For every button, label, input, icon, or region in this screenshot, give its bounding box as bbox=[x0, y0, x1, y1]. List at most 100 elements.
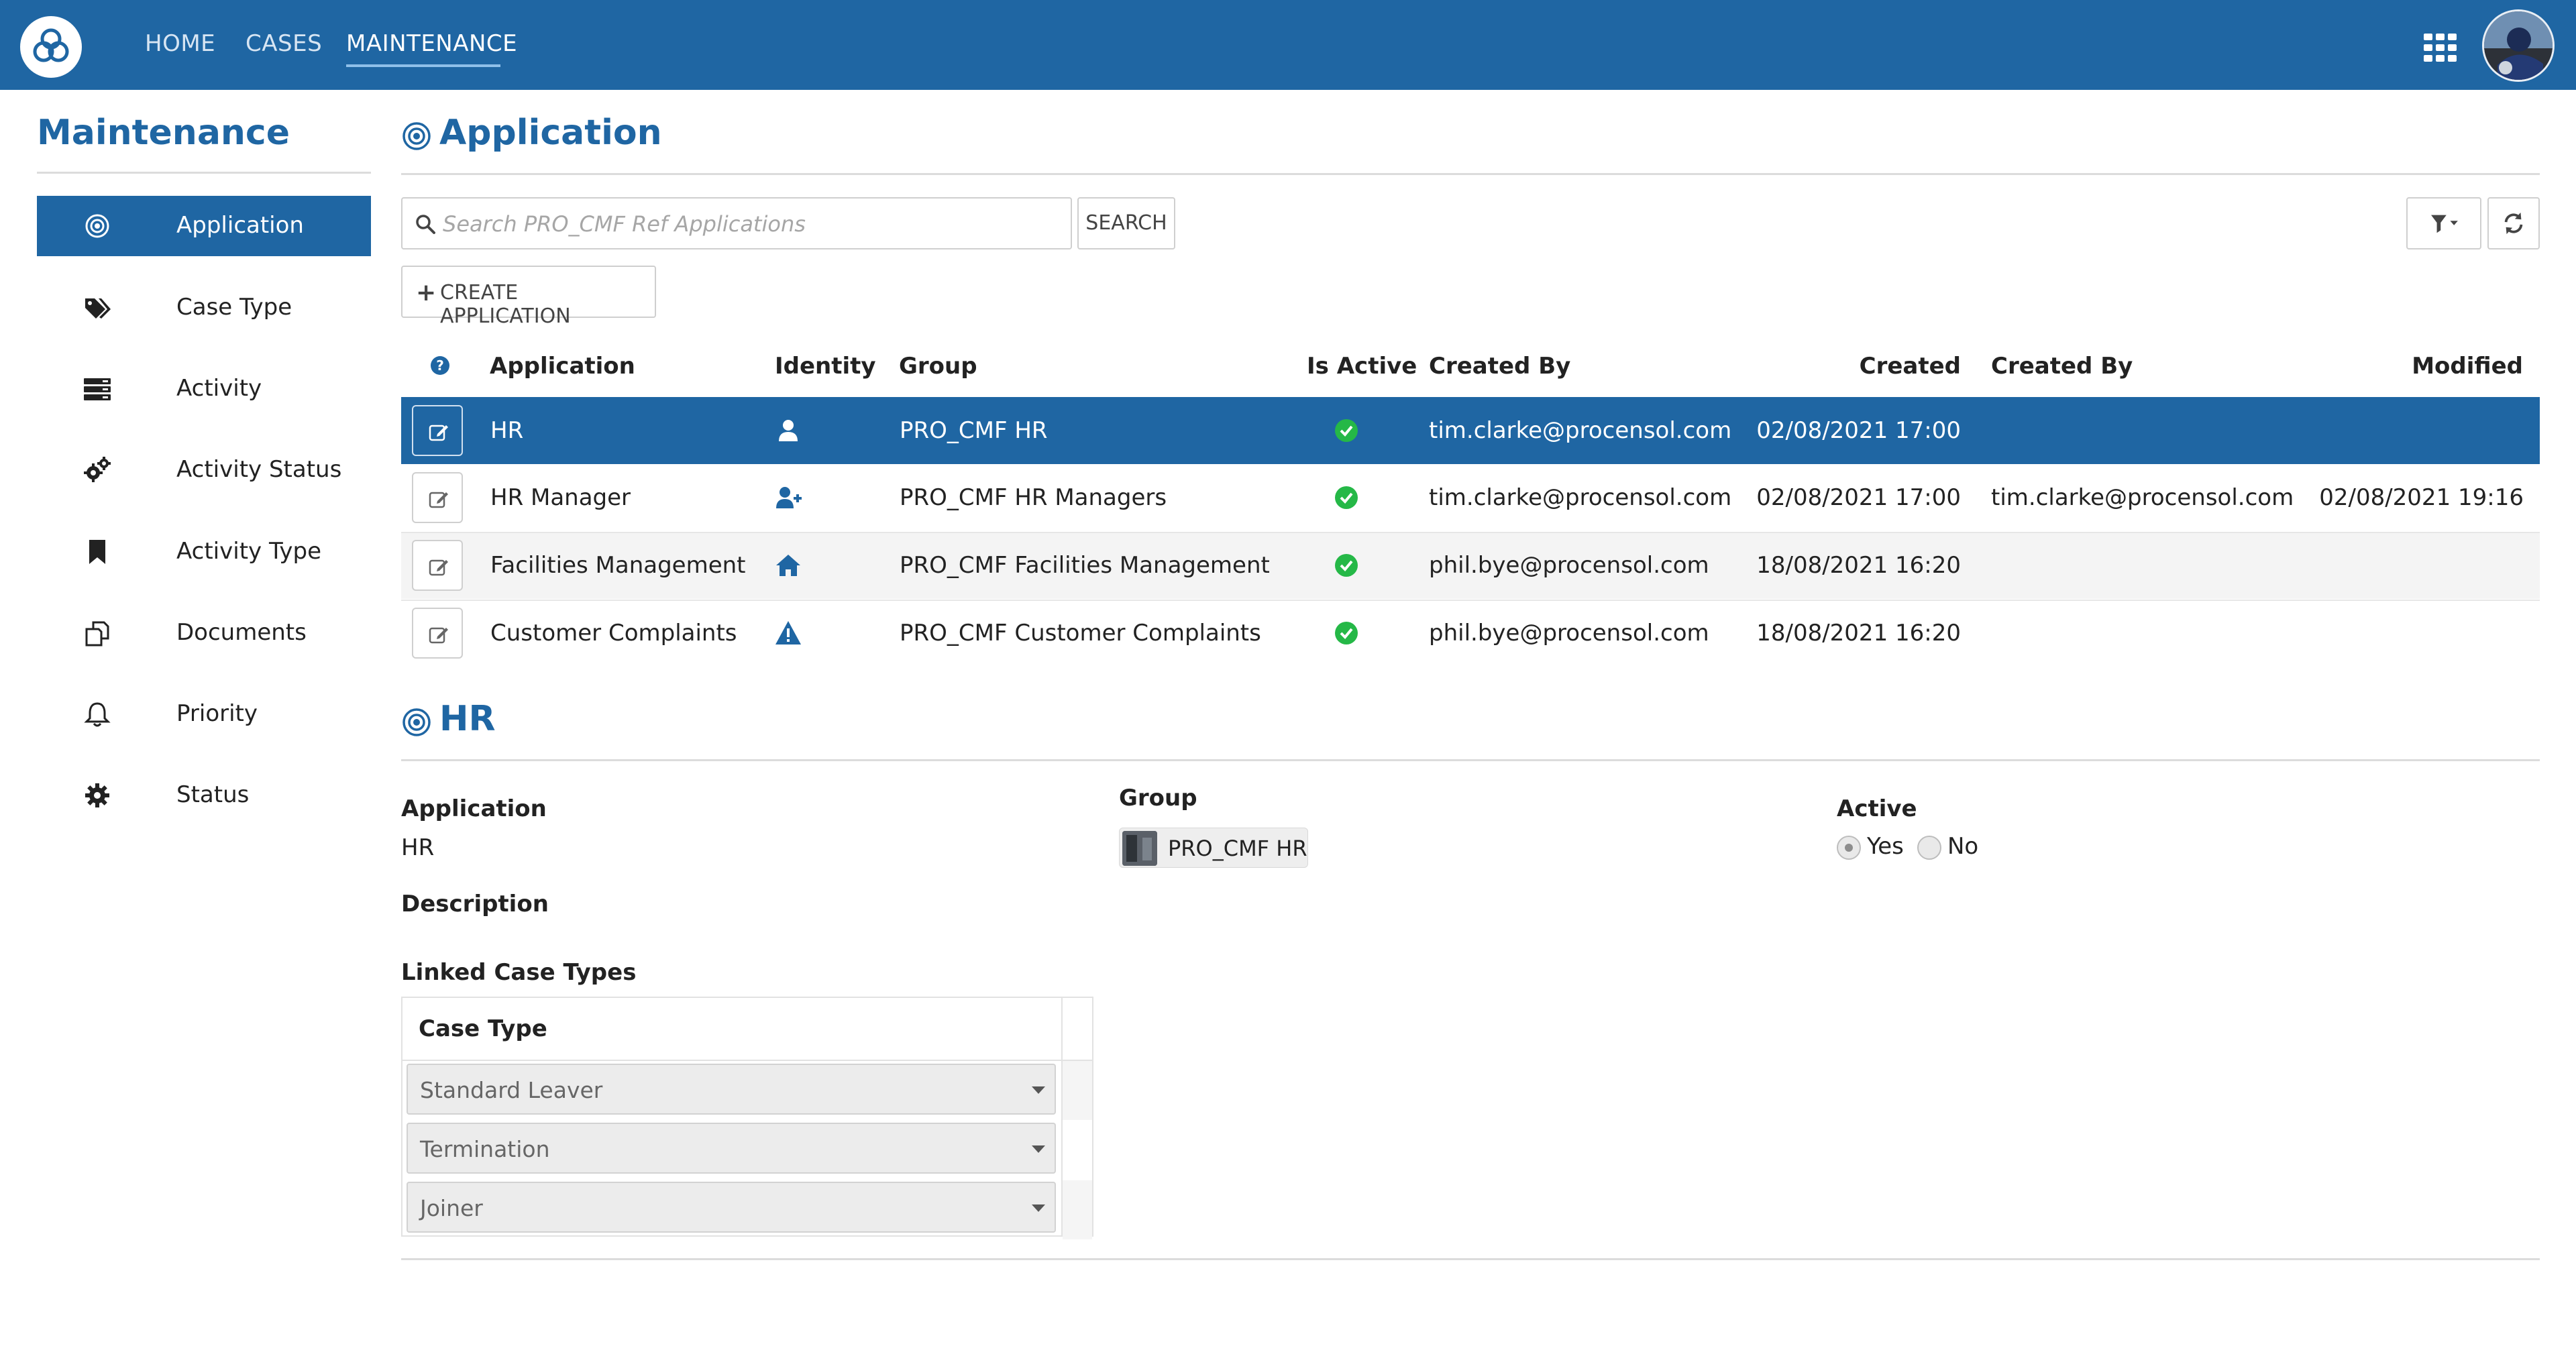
refresh-button[interactable] bbox=[2487, 197, 2540, 249]
sidebar-item-priority[interactable]: Priority bbox=[37, 684, 371, 744]
caret-down-icon bbox=[1032, 1086, 1045, 1094]
group-chip[interactable]: PRO_CMF HR bbox=[1119, 828, 1308, 868]
column-header-modified-by[interactable]: Created By bbox=[1991, 353, 2133, 380]
modified-date: 02/08/2021 19:16 bbox=[2319, 484, 2524, 511]
sidebar-title: Maintenance bbox=[37, 113, 290, 153]
column-header-group[interactable]: Group bbox=[899, 353, 977, 380]
sidebar-item-activity-status[interactable]: Activity Status bbox=[37, 440, 371, 500]
search-field[interactable] bbox=[401, 197, 1072, 249]
avatar-image bbox=[2484, 11, 2553, 80]
application-name: Facilities Management bbox=[490, 552, 746, 579]
edit-row-button[interactable] bbox=[412, 472, 463, 523]
sidebar-item-case-type[interactable]: Case Type bbox=[37, 278, 371, 338]
sidebar-item-label: Application bbox=[176, 212, 304, 239]
search-icon bbox=[416, 215, 435, 234]
nav-maintenance[interactable]: MAINTENANCE bbox=[346, 30, 517, 57]
sidebar-item-status[interactable]: Status bbox=[37, 765, 371, 826]
create-application-button[interactable]: + CREATE APPLICATION bbox=[401, 266, 656, 328]
case-type-column-header: Case Type bbox=[419, 1015, 547, 1042]
bookmark-icon bbox=[89, 540, 105, 564]
edit-row-button[interactable] bbox=[412, 405, 463, 456]
edit-row-button[interactable] bbox=[412, 540, 463, 591]
header-divider bbox=[401, 173, 2540, 175]
app-logo[interactable] bbox=[20, 16, 82, 78]
warning-icon bbox=[775, 621, 801, 644]
apps-grid-icon[interactable] bbox=[2424, 34, 2457, 62]
row-action-cell bbox=[1063, 1061, 1092, 1120]
active-no-radio[interactable] bbox=[1917, 836, 1941, 860]
group-name: PRO_CMF Customer Complaints bbox=[900, 620, 1261, 647]
search-input[interactable] bbox=[443, 205, 1060, 243]
target-icon bbox=[402, 122, 431, 150]
sidebar-item-label: Priority bbox=[176, 700, 258, 727]
footer-divider bbox=[401, 1258, 2540, 1260]
filter-dropdown-button[interactable] bbox=[2406, 197, 2481, 249]
active-yes-label: Yes bbox=[1867, 833, 1904, 860]
target-icon bbox=[85, 214, 109, 238]
created-date: 02/08/2021 17:00 bbox=[1756, 484, 1961, 511]
help-icon[interactable]: ? bbox=[430, 355, 450, 376]
user-plus-icon bbox=[776, 487, 802, 508]
table-row[interactable]: HR Manager PRO_CMF HR Managers tim.clark… bbox=[401, 464, 2540, 531]
case-type-select[interactable]: Termination bbox=[407, 1123, 1056, 1174]
nav-cases[interactable]: CASES bbox=[246, 30, 322, 57]
group-name: PRO_CMF Facilities Management bbox=[900, 552, 1270, 579]
column-header-created[interactable]: Created bbox=[1860, 353, 1961, 380]
caret-down-icon bbox=[1032, 1145, 1045, 1153]
edit-row-button[interactable] bbox=[412, 608, 463, 659]
svg-text:?: ? bbox=[436, 357, 444, 374]
case-type-value: Joiner bbox=[420, 1195, 483, 1221]
detail-title: HR bbox=[439, 699, 496, 739]
caret-down-icon bbox=[1032, 1204, 1045, 1212]
sidebar-item-label: Activity Status bbox=[176, 456, 342, 483]
sidebar-item-application[interactable]: Application bbox=[37, 196, 371, 256]
table-row[interactable]: HR PRO_CMF HR tim.clarke@procensol.com 0… bbox=[401, 397, 2540, 464]
sidebar-item-documents[interactable]: Documents bbox=[37, 603, 371, 663]
nav-home[interactable]: HOME bbox=[145, 30, 215, 57]
edit-icon bbox=[429, 492, 448, 508]
column-header-application[interactable]: Application bbox=[490, 353, 635, 380]
created-by: phil.bye@procensol.com bbox=[1429, 552, 1709, 579]
table-row[interactable]: Customer Complaints PRO_CMF Customer Com… bbox=[401, 600, 2540, 667]
created-by: tim.clarke@procensol.com bbox=[1429, 484, 1732, 511]
created-by: tim.clarke@procensol.com bbox=[1429, 417, 1732, 444]
edit-icon bbox=[429, 627, 448, 644]
row-divider bbox=[401, 600, 2540, 601]
gear-icon bbox=[85, 783, 109, 807]
table-divider bbox=[402, 1060, 1092, 1061]
linked-case-types-label: Linked Case Types bbox=[401, 959, 637, 986]
user-avatar[interactable] bbox=[2482, 9, 2555, 82]
check-circle-icon bbox=[1335, 554, 1358, 577]
sidebar-item-activity[interactable]: Activity bbox=[37, 359, 371, 419]
edit-icon bbox=[429, 425, 448, 441]
group-chip-label: PRO_CMF HR bbox=[1168, 836, 1307, 861]
case-type-value: Standard Leaver bbox=[420, 1077, 603, 1103]
filter-icon bbox=[2431, 215, 2458, 233]
page-title: Application bbox=[439, 113, 662, 153]
linked-case-types-table: Case Type Standard Leaver Termination Jo… bbox=[401, 997, 1093, 1239]
column-header-identity[interactable]: Identity bbox=[775, 353, 876, 380]
active-no-label: No bbox=[1947, 833, 1979, 860]
server-list-icon bbox=[84, 378, 111, 400]
group-label: Group bbox=[1119, 785, 1197, 811]
case-type-select[interactable]: Standard Leaver bbox=[407, 1064, 1056, 1115]
sidebar-item-activity-type[interactable]: Activity Type bbox=[37, 522, 371, 582]
home-icon bbox=[776, 555, 800, 576]
sidebar-item-label: Activity Type bbox=[176, 538, 322, 565]
column-header-created-by[interactable]: Created By bbox=[1429, 353, 1570, 380]
created-date: 18/08/2021 16:20 bbox=[1756, 620, 1961, 647]
search-button[interactable]: SEARCH bbox=[1077, 197, 1175, 249]
case-type-value: Termination bbox=[420, 1136, 550, 1162]
active-yes-radio[interactable] bbox=[1837, 836, 1861, 860]
column-header-modified[interactable]: Modified bbox=[2412, 353, 2523, 380]
created-date: 18/08/2021 16:20 bbox=[1756, 552, 1961, 579]
active-label: Active bbox=[1837, 795, 1917, 822]
row-action-cell bbox=[1063, 1121, 1092, 1180]
table-row[interactable]: Facilities Management PRO_CMF Facilities… bbox=[401, 532, 2540, 599]
sidebar-item-label: Activity bbox=[176, 375, 262, 402]
tags-icon bbox=[85, 298, 111, 319]
case-type-select[interactable]: Joiner bbox=[407, 1182, 1056, 1233]
sidebar-divider bbox=[37, 172, 371, 174]
application-name: HR bbox=[490, 417, 524, 444]
column-header-is-active[interactable]: Is Active bbox=[1307, 353, 1417, 380]
